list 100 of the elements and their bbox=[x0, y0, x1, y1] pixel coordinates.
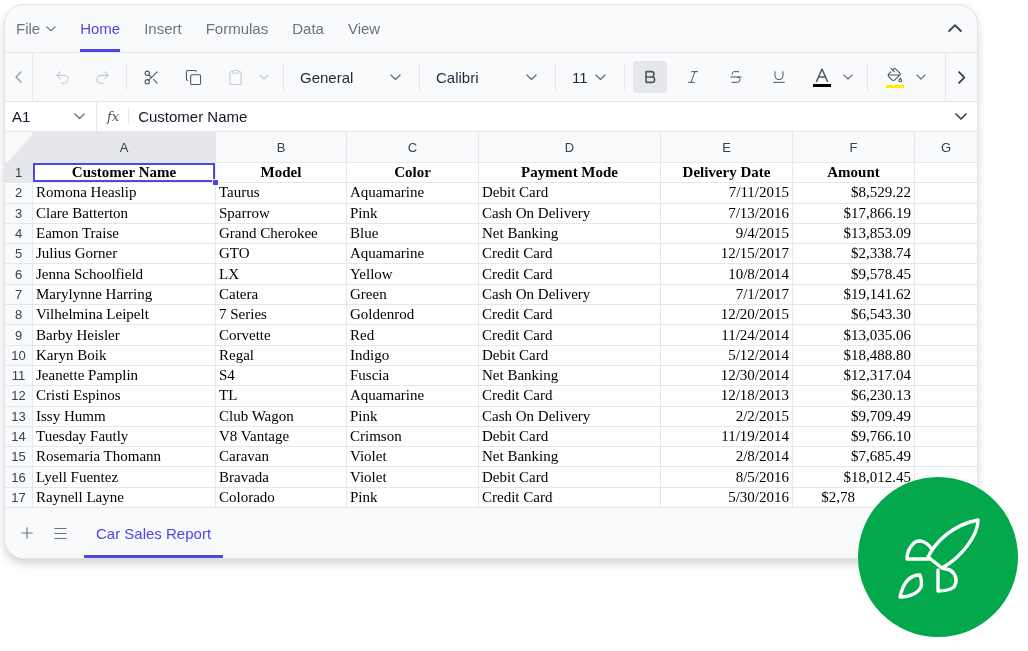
row-header[interactable]: 2 bbox=[5, 183, 33, 203]
table-cell: $18,488.80 bbox=[793, 345, 915, 365]
table-cell: Aquamarine bbox=[347, 244, 479, 264]
table-cell: Tuesday Fautly bbox=[33, 426, 216, 447]
row-header[interactable]: 10 bbox=[5, 345, 33, 365]
table-cell: Aquamarine bbox=[347, 386, 479, 406]
row-header[interactable]: 17 bbox=[5, 487, 33, 508]
ribbon-tab[interactable]: Home bbox=[80, 5, 121, 52]
formula-field[interactable]: Customer Name bbox=[129, 102, 945, 131]
header-cell: Delivery Date bbox=[661, 163, 793, 183]
table-cell: Credit Card bbox=[479, 305, 661, 325]
table-cell: Crimson bbox=[347, 426, 479, 447]
header-cell: Payment Mode bbox=[479, 163, 661, 183]
table-cell: $17,866.19 bbox=[793, 203, 915, 223]
table-cell: 11/19/2014 bbox=[661, 426, 793, 447]
row-header[interactable]: 14 bbox=[5, 426, 33, 447]
chevron-down-icon bbox=[916, 74, 926, 80]
table-cell: $13,035.06 bbox=[793, 325, 915, 345]
table-cell: Net Banking bbox=[479, 223, 661, 244]
table-cell: Colorado bbox=[216, 487, 347, 508]
table-cell: Clare Batterton bbox=[33, 203, 216, 223]
table-cell: LX bbox=[216, 264, 347, 284]
table-cell: Indigo bbox=[347, 345, 479, 365]
table-cell: Green bbox=[347, 284, 479, 305]
row-header[interactable]: 4 bbox=[5, 223, 33, 244]
number-format-dropdown[interactable]: General bbox=[292, 61, 411, 93]
table-cell: Catera bbox=[216, 284, 347, 305]
undo-icon bbox=[53, 68, 71, 86]
paint-bucket-icon bbox=[887, 66, 903, 83]
table-cell: Cash On Delivery bbox=[479, 284, 661, 305]
table-cell: 12/15/2017 bbox=[661, 244, 793, 264]
chevron-down-icon bbox=[74, 113, 85, 120]
table-cell: Violet bbox=[347, 467, 479, 487]
table-cell: Cristi Espinos bbox=[33, 386, 216, 406]
table-cell: $7,685.49 bbox=[793, 447, 915, 467]
table-cell: Net Banking bbox=[479, 447, 661, 467]
row-header[interactable]: 5 bbox=[5, 244, 33, 264]
table-cell: 11/24/2014 bbox=[661, 325, 793, 345]
table-cell: TL bbox=[216, 386, 347, 406]
row-header[interactable]: 9 bbox=[5, 325, 33, 345]
header-cell: Customer Name bbox=[33, 163, 216, 183]
clipboard-icon bbox=[226, 68, 244, 86]
file-menu[interactable]: File bbox=[16, 5, 57, 52]
table-cell: 12/18/2013 bbox=[661, 386, 793, 406]
row-header[interactable]: 6 bbox=[5, 264, 33, 284]
chevron-up-icon bbox=[948, 24, 962, 33]
table-cell: Fuscia bbox=[347, 365, 479, 386]
header-cell: Amount bbox=[793, 163, 915, 183]
table-cell: Vilhelmina Leipelt bbox=[33, 305, 216, 325]
table-cell: Cash On Delivery bbox=[479, 406, 661, 426]
row-header[interactable]: 15 bbox=[5, 447, 33, 467]
ribbon-tab[interactable]: Data bbox=[292, 5, 324, 52]
table-cell: Julius Gorner bbox=[33, 244, 216, 264]
row-header[interactable]: 12 bbox=[5, 386, 33, 406]
row-header[interactable]: 16 bbox=[5, 467, 33, 487]
table-cell: Violet bbox=[347, 447, 479, 467]
underline-icon bbox=[771, 69, 787, 85]
table-cell: $12,317.04 bbox=[793, 365, 915, 386]
table-cell: Eamon Traise bbox=[33, 223, 216, 244]
row-header[interactable]: 8 bbox=[5, 305, 33, 325]
table-cell: Credit Card bbox=[479, 325, 661, 345]
fill-handle[interactable] bbox=[212, 179, 219, 187]
row-header[interactable]: 13 bbox=[5, 406, 33, 426]
table-cell: 8/5/2016 bbox=[661, 467, 793, 487]
table-cell: $9,766.10 bbox=[793, 426, 915, 447]
table-cell: Grand Cherokee bbox=[216, 223, 347, 244]
table-cell: Yellow bbox=[347, 264, 479, 284]
chevron-down-icon bbox=[259, 74, 269, 80]
table-cell: Debit Card bbox=[479, 426, 661, 447]
table-cell: GTO bbox=[216, 244, 347, 264]
table-cell: Red bbox=[347, 325, 479, 345]
table-cell: V8 Vantage bbox=[216, 426, 347, 447]
header-cell: Model bbox=[216, 163, 347, 183]
font-size-dropdown[interactable]: 11 bbox=[564, 61, 616, 93]
table-cell: Raynell Layne bbox=[33, 487, 216, 508]
bold-icon bbox=[642, 69, 658, 85]
table-cell: Regal bbox=[216, 345, 347, 365]
font-dropdown[interactable]: Calibri bbox=[428, 61, 547, 93]
table-cell: Credit Card bbox=[479, 386, 661, 406]
table-cell: 9/4/2015 bbox=[661, 223, 793, 244]
table-cell: $2,338.74 bbox=[793, 244, 915, 264]
ribbon-tab[interactable]: Insert bbox=[144, 5, 182, 52]
table-cell: Debit Card bbox=[479, 467, 661, 487]
scissors-icon bbox=[142, 68, 160, 86]
table-cell: 10/8/2014 bbox=[661, 264, 793, 284]
table-cell: 7/1/2017 bbox=[661, 284, 793, 305]
table-cell: Net Banking bbox=[479, 365, 661, 386]
table-cell: Pink bbox=[347, 406, 479, 426]
bold-button[interactable] bbox=[633, 61, 667, 93]
font-color-icon bbox=[815, 67, 829, 82]
table-cell: Lyell Fuentez bbox=[33, 467, 216, 487]
ribbon-tab[interactable]: Formulas bbox=[205, 5, 269, 52]
sheet-tab[interactable]: Car Sales Report bbox=[84, 508, 224, 559]
row-header[interactable]: 7 bbox=[5, 284, 33, 305]
chevron-right-icon bbox=[957, 70, 966, 84]
row-header[interactable]: 11 bbox=[5, 365, 33, 386]
row-header[interactable]: 3 bbox=[5, 203, 33, 223]
row-header[interactable]: 1 bbox=[5, 163, 33, 183]
ribbon-tab[interactable]: View bbox=[347, 5, 381, 52]
table-cell: Jeanette Pamplin bbox=[33, 365, 216, 386]
